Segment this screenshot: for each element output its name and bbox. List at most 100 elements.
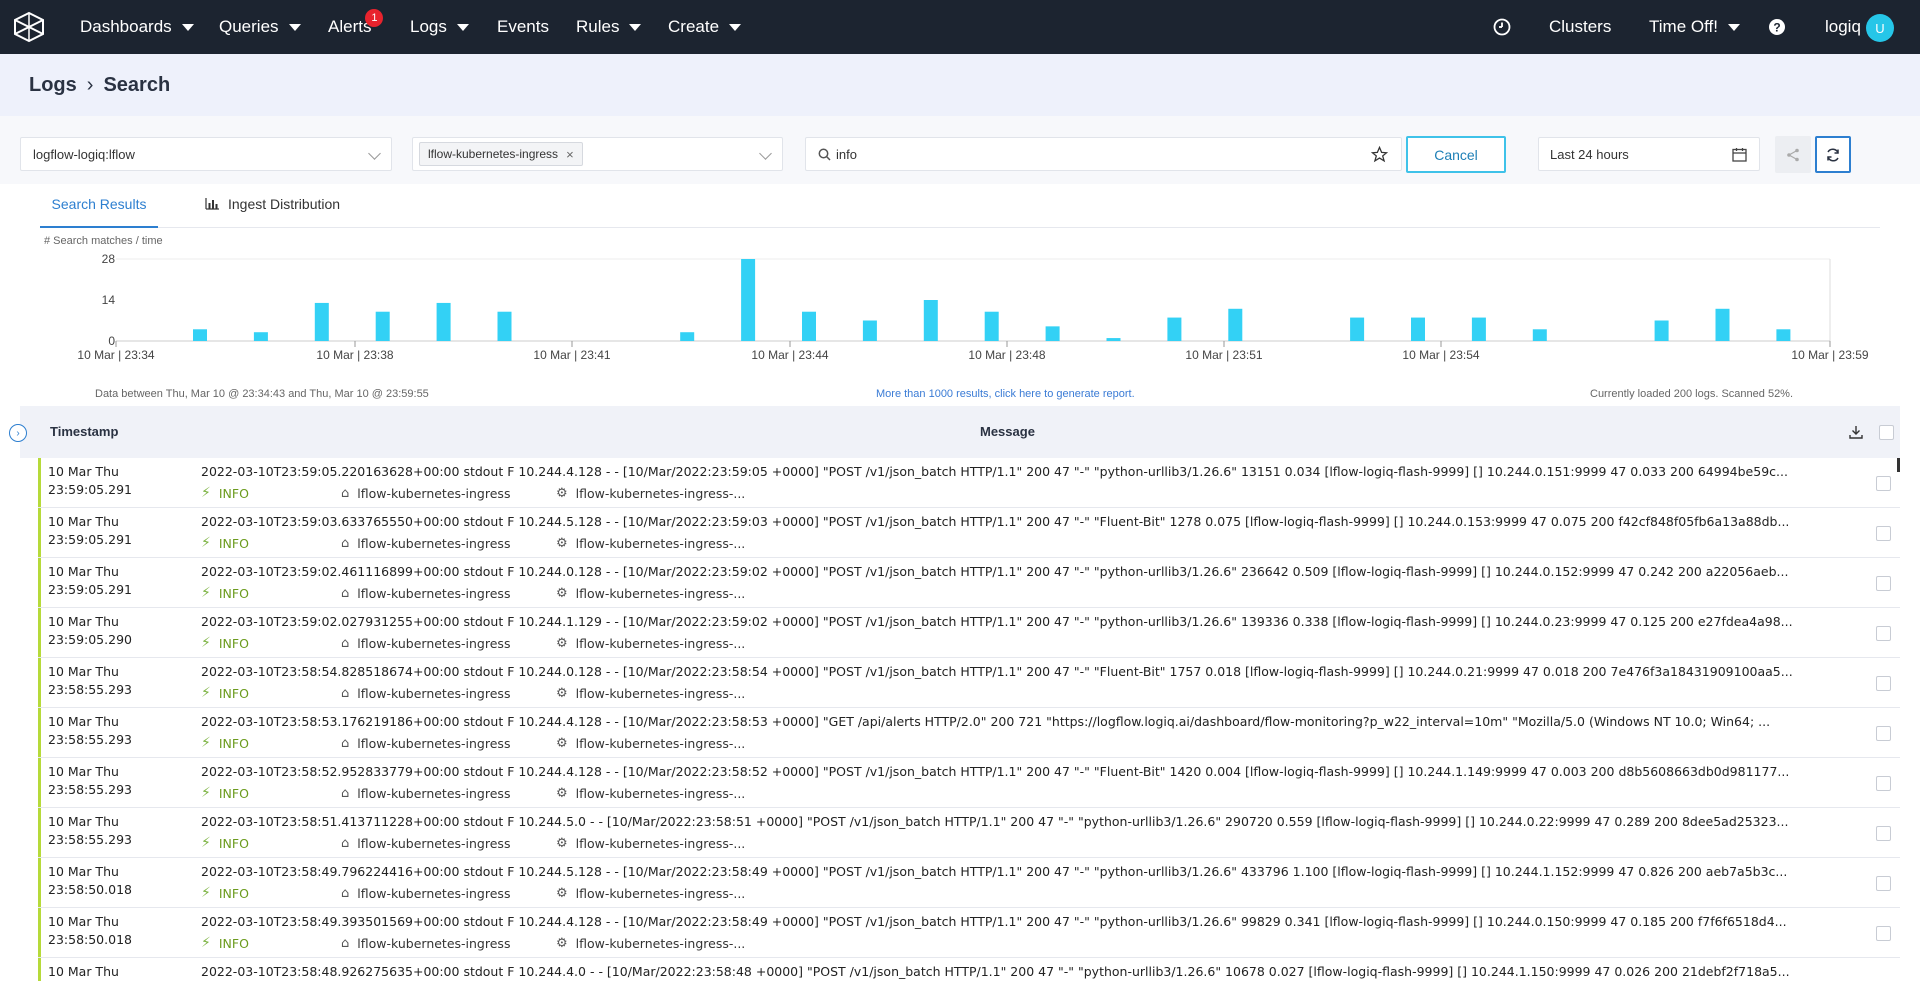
table-row[interactable]: 10 Mar Thu 23:59:05.291 2022-03-10T23:59:0… xyxy=(38,458,1900,508)
column-message[interactable]: Message xyxy=(980,424,1035,439)
expand-sidebar-icon[interactable]: › xyxy=(9,424,27,442)
row-process[interactable]: ⚙ lflow-kubernetes-ingress-... xyxy=(556,636,745,651)
row-checkbox[interactable] xyxy=(1876,676,1891,691)
row-app[interactable]: ⌂ lflow-kubernetes-ingress xyxy=(341,936,556,951)
user-menu[interactable]: logiq xyxy=(1825,0,1861,54)
table-row[interactable]: 10 Mar Thu 23:58:50.018 2022-03-10T23:58:4… xyxy=(38,908,1900,958)
table-row[interactable]: 10 Mar Thu 23:59:05.290 2022-03-10T23:59:0… xyxy=(38,608,1900,658)
histogram-bar xyxy=(1106,338,1121,341)
row-message[interactable]: 2022-03-10T23:58:49.393501569+00:00 stdo… xyxy=(201,913,1861,931)
time-range-picker[interactable]: Last 24 hours xyxy=(1538,137,1760,171)
row-process[interactable]: ⚙ lflow-kubernetes-ingress-... xyxy=(556,836,745,851)
share-button[interactable] xyxy=(1775,136,1811,173)
nav-create[interactable]: Create xyxy=(668,0,742,54)
nav-dashboards[interactable]: Dashboards xyxy=(80,0,194,54)
table-row[interactable]: 10 Mar Thu 2022-03-10T23:58:48.926275635+… xyxy=(38,958,1900,981)
row-message[interactable]: 2022-03-10T23:58:54.828518674+00:00 stdo… xyxy=(201,663,1861,681)
row-process-label: lflow-kubernetes-ingress-... xyxy=(575,735,746,751)
avatar[interactable]: U xyxy=(1866,14,1894,42)
table-row[interactable]: 10 Mar Thu 23:58:55.293 2022-03-10T23:58:5… xyxy=(38,708,1900,758)
row-checkbox[interactable] xyxy=(1876,926,1891,941)
row-checkbox[interactable] xyxy=(1876,876,1891,891)
row-process[interactable]: ⚙ lflow-kubernetes-ingress-... xyxy=(556,936,745,951)
search-icon xyxy=(818,148,831,161)
star-icon[interactable] xyxy=(1371,146,1388,163)
row-message[interactable]: 2022-03-10T23:58:48.926275635+00:00 stdo… xyxy=(201,963,1861,981)
user-name: logiq xyxy=(1825,17,1861,36)
table-row[interactable]: 10 Mar Thu 23:59:05.291 2022-03-10T23:59:0… xyxy=(38,558,1900,608)
table-row[interactable]: 10 Mar Thu 23:58:55.293 2022-03-10T23:58:5… xyxy=(38,758,1900,808)
row-app[interactable]: ⌂ lflow-kubernetes-ingress xyxy=(341,486,556,501)
row-checkbox[interactable] xyxy=(1876,626,1891,641)
row-message[interactable]: 2022-03-10T23:58:52.952833779+00:00 stdo… xyxy=(201,763,1861,781)
nav-logs[interactable]: Logs xyxy=(410,0,469,54)
row-checkbox[interactable] xyxy=(1876,776,1891,791)
help-icon[interactable]: ? xyxy=(1766,16,1788,38)
row-app[interactable]: ⌂ lflow-kubernetes-ingress xyxy=(341,686,556,701)
row-checkbox[interactable] xyxy=(1876,826,1891,841)
breadcrumb-logs[interactable]: Logs xyxy=(29,74,77,97)
row-app[interactable]: ⌂ lflow-kubernetes-ingress xyxy=(341,886,556,901)
row-app[interactable]: ⌂ lflow-kubernetes-ingress xyxy=(341,636,556,651)
row-checkbox[interactable] xyxy=(1876,726,1891,741)
row-message[interactable]: 2022-03-10T23:58:51.413711228+00:00 stdo… xyxy=(201,813,1861,831)
row-process[interactable]: ⚙ lflow-kubernetes-ingress-... xyxy=(556,786,745,801)
x-tick-label: 10 Mar | 23:59 xyxy=(1791,348,1868,362)
row-message[interactable]: 2022-03-10T23:59:05.220163628+00:00 stdo… xyxy=(201,463,1861,481)
row-message[interactable]: 2022-03-10T23:59:02.461116899+00:00 stdo… xyxy=(201,563,1861,581)
row-app[interactable]: ⌂ lflow-kubernetes-ingress xyxy=(341,836,556,851)
select-all-checkbox[interactable] xyxy=(1879,425,1894,440)
generate-report-link[interactable]: More than 1000 results, click here to ge… xyxy=(876,388,1135,400)
row-level: ⚡ INFO xyxy=(201,635,341,651)
nav-time-off[interactable]: Time Off! xyxy=(1649,0,1740,54)
row-process[interactable]: ⚙ lflow-kubernetes-ingress-... xyxy=(556,736,745,751)
histogram-bar xyxy=(1228,308,1243,341)
tab-ingest-distribution[interactable]: Ingest Distribution xyxy=(205,196,340,212)
nav-clusters[interactable]: Clusters xyxy=(1549,0,1611,54)
row-checkbox[interactable] xyxy=(1876,476,1891,491)
refresh-button[interactable] xyxy=(1815,136,1851,173)
row-app[interactable]: ⌂ lflow-kubernetes-ingress xyxy=(341,736,556,751)
table-row[interactable]: 10 Mar Thu 23:59:05.291 2022-03-10T23:59:0… xyxy=(38,508,1900,558)
row-app[interactable]: ⌂ lflow-kubernetes-ingress xyxy=(341,536,556,551)
nav-alerts[interactable]: Alerts 1 xyxy=(328,0,384,54)
table-row[interactable]: 10 Mar Thu 23:58:50.018 2022-03-10T23:58:4… xyxy=(38,858,1900,908)
gear-icon: ⚙ xyxy=(556,835,568,851)
row-checkbox[interactable] xyxy=(1876,526,1891,541)
row-level-label: INFO xyxy=(218,885,249,901)
row-message[interactable]: 2022-03-10T23:59:03.633765550+00:00 stdo… xyxy=(201,513,1861,531)
row-process[interactable]: ⚙ lflow-kubernetes-ingress-... xyxy=(556,686,745,701)
row-message[interactable]: 2022-03-10T23:59:02.027931255+00:00 stdo… xyxy=(201,613,1861,631)
source-select[interactable]: logflow-logiq:lflow xyxy=(20,137,392,171)
tab-search-results[interactable]: Search Results xyxy=(40,196,158,212)
cancel-button[interactable]: Cancel xyxy=(1406,136,1506,173)
row-process[interactable]: ⚙ lflow-kubernetes-ingress-... xyxy=(556,586,745,601)
column-timestamp[interactable]: Timestamp xyxy=(50,424,118,439)
scrollbar-thumb[interactable] xyxy=(1897,458,1900,472)
log-table-body: 10 Mar Thu 23:59:05.291 2022-03-10T23:59:0… xyxy=(38,458,1900,981)
row-app-label: lflow-kubernetes-ingress xyxy=(357,535,511,551)
breadcrumb-bar xyxy=(0,54,1920,116)
row-checkbox[interactable] xyxy=(1876,576,1891,591)
row-message[interactable]: 2022-03-10T23:58:49.796224416+00:00 stdo… xyxy=(201,863,1861,881)
close-icon[interactable]: × xyxy=(566,147,574,162)
row-process[interactable]: ⚙ lflow-kubernetes-ingress-... xyxy=(556,486,745,501)
download-icon[interactable] xyxy=(1849,425,1863,439)
row-level-label: INFO xyxy=(218,935,249,951)
nav-events[interactable]: Events xyxy=(497,0,549,54)
row-process[interactable]: ⚙ lflow-kubernetes-ingress-... xyxy=(556,536,745,551)
app-select[interactable]: lflow-kubernetes-ingress × xyxy=(412,137,783,171)
nav-queries[interactable]: Queries xyxy=(219,0,301,54)
table-row[interactable]: 10 Mar Thu 23:58:55.293 2022-03-10T23:58:5… xyxy=(38,658,1900,708)
row-level-label: INFO xyxy=(218,585,249,601)
row-app[interactable]: ⌂ lflow-kubernetes-ingress xyxy=(341,786,556,801)
row-message[interactable]: 2022-03-10T23:58:53.176219186+00:00 stdo… xyxy=(201,713,1861,731)
search-input[interactable]: info xyxy=(805,137,1402,171)
logiq-logo-icon[interactable] xyxy=(12,11,46,43)
clock-icon[interactable] xyxy=(1491,16,1513,38)
table-row[interactable]: 10 Mar Thu 23:58:55.293 2022-03-10T23:58:5… xyxy=(38,808,1900,858)
row-process[interactable]: ⚙ lflow-kubernetes-ingress-... xyxy=(556,886,745,901)
nav-rules[interactable]: Rules xyxy=(576,0,642,54)
tag-icon: ⌂ xyxy=(341,685,350,701)
row-app[interactable]: ⌂ lflow-kubernetes-ingress xyxy=(341,586,556,601)
